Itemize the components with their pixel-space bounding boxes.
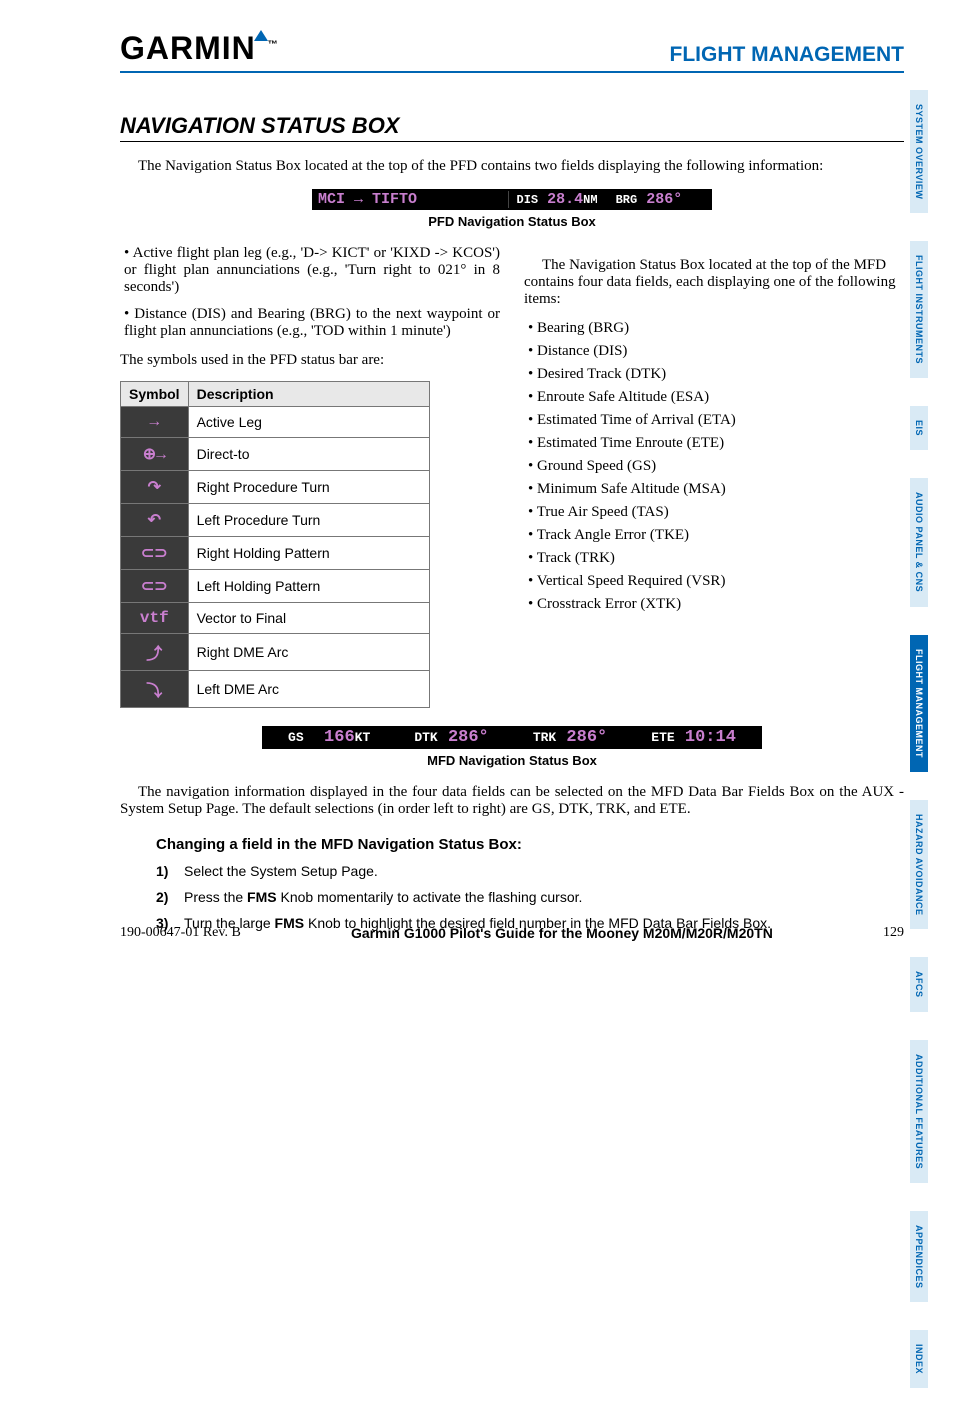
table-row: ⊂⊃Right Holding Pattern	[121, 537, 430, 570]
table-row: ⊕→Direct-to	[121, 438, 430, 471]
list-item: Estimated Time Enroute (ETE)	[528, 435, 904, 452]
table-row: ⤵Left DME Arc	[121, 671, 430, 708]
page-header: GARMIN™ FLIGHT MANAGEMENT	[120, 30, 904, 73]
list-item: Ground Speed (GS)	[528, 458, 904, 475]
procedure-title: Changing a field in the MFD Navigation S…	[156, 836, 904, 853]
mfd-status-bar: GS 166KT DTK 286° TRK 286° ETE 10:14	[262, 726, 762, 749]
step-item: 2)Press the FMS Knob momentarily to acti…	[156, 889, 904, 905]
tab-hazard-avoidance[interactable]: HAZARD AVOIDANCE	[910, 800, 928, 930]
table-row: ⊂⊃Left Holding Pattern	[121, 570, 430, 603]
tab-eis[interactable]: EIS	[910, 406, 928, 450]
garmin-logo: GARMIN™	[120, 30, 279, 67]
doc-title: Garmin G1000 Pilot's Guide for the Moone…	[351, 925, 773, 941]
list-item: Minimum Safe Altitude (MSA)	[528, 481, 904, 498]
step-item: 1)Select the System Setup Page.	[156, 863, 904, 879]
left-para: The symbols used in the PFD status bar a…	[120, 352, 500, 369]
symbol-table: SymbolDescription →Active Leg ⊕→Direct-t…	[120, 381, 430, 708]
tab-system-overview[interactable]: SYSTEM OVERVIEW	[910, 90, 928, 213]
page-footer: 190-00647-01 Rev. B Garmin G1000 Pilot's…	[120, 925, 904, 941]
tab-flight-instruments[interactable]: FLIGHT INSTRUMENTS	[910, 241, 928, 378]
table-row: ↷Right Procedure Turn	[121, 471, 430, 504]
tab-appendices[interactable]: APPENDICES	[910, 1211, 928, 1303]
procedure-steps: 1)Select the System Setup Page. 2)Press …	[156, 863, 904, 931]
list-item: Vertical Speed Required (VSR)	[528, 573, 904, 590]
list-item: Track (TRK)	[528, 550, 904, 567]
body-para: The navigation information displayed in …	[120, 784, 904, 818]
tab-additional-features[interactable]: ADDITIONAL FEATURES	[910, 1040, 928, 1183]
list-item: Bearing (BRG)	[528, 320, 904, 337]
list-item: Active flight plan leg (e.g., 'D-> KICT'…	[124, 245, 500, 296]
table-row: vtfVector to Final	[121, 603, 430, 634]
tab-index[interactable]: INDEX	[910, 1330, 928, 1388]
table-row: ⤴Right DME Arc	[121, 634, 430, 671]
table-row: →Active Leg	[121, 407, 430, 438]
pfd-status-bar: MCI → TIFTO DIS 28.4NM BRG 286°	[312, 189, 712, 210]
pfd-caption: PFD Navigation Status Box	[120, 214, 904, 229]
right-column: The Navigation Status Box located at the…	[524, 245, 904, 708]
tab-audio-panel-cns[interactable]: AUDIO PANEL & CNS	[910, 478, 928, 606]
list-item: Desired Track (DTK)	[528, 366, 904, 383]
table-row: ↶Left Procedure Turn	[121, 504, 430, 537]
mfd-caption: MFD Navigation Status Box	[120, 753, 904, 768]
list-item: Distance (DIS)	[528, 343, 904, 360]
list-item: Enroute Safe Altitude (ESA)	[528, 389, 904, 406]
list-item: Track Angle Error (TKE)	[528, 527, 904, 544]
tab-afcs[interactable]: AFCS	[910, 957, 928, 1012]
list-item: True Air Speed (TAS)	[528, 504, 904, 521]
left-column: Active flight plan leg (e.g., 'D-> KICT'…	[120, 245, 500, 708]
tab-flight-management[interactable]: FLIGHT MANAGEMENT	[910, 635, 928, 772]
intro-text: The Navigation Status Box located at the…	[120, 158, 904, 175]
right-intro: The Navigation Status Box located at the…	[524, 257, 904, 308]
doc-rev: 190-00647-01 Rev. B	[120, 925, 241, 941]
page-title: NAVIGATION STATUS BOX	[120, 113, 904, 142]
side-tabs: SYSTEM OVERVIEW FLIGHT INSTRUMENTS EIS A…	[910, 90, 954, 1416]
list-item: Distance (DIS) and Bearing (BRG) to the …	[124, 306, 500, 340]
list-item: Crosstrack Error (XTK)	[528, 596, 904, 613]
section-title: FLIGHT MANAGEMENT	[670, 43, 904, 67]
page-number: 129	[883, 925, 904, 941]
list-item: Estimated Time of Arrival (ETA)	[528, 412, 904, 429]
